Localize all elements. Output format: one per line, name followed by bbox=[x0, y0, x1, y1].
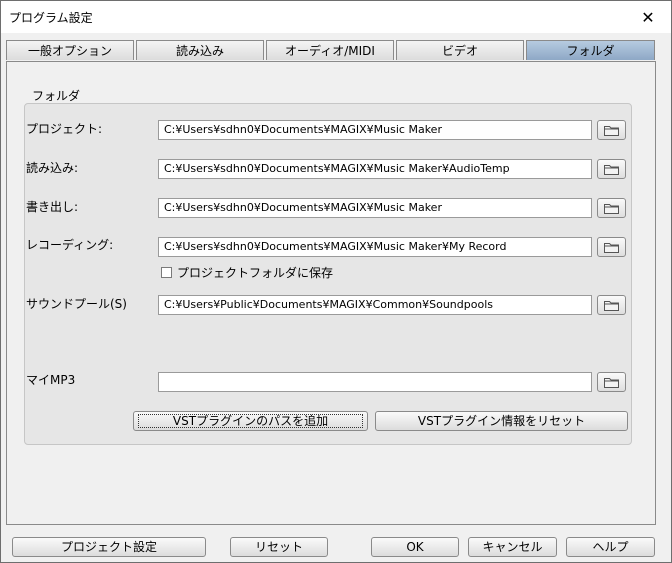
export-folder-label: 書き出し: bbox=[26, 200, 79, 214]
soundpool-folder-field[interactable]: C:¥Users¥Public¥Documents¥MAGIX¥Common¥S… bbox=[158, 295, 592, 315]
tab-bar: 一般オプション 読み込み オーディオ/MIDI ビデオ フォルダ bbox=[6, 40, 656, 62]
export-folder-field[interactable]: C:¥Users¥sdhn0¥Documents¥MAGIX¥Music Mak… bbox=[158, 198, 592, 218]
soundpool-folder-label: サウンドプール(S) bbox=[26, 297, 127, 311]
cancel-button[interactable]: キャンセル bbox=[468, 537, 557, 557]
ok-button[interactable]: OK bbox=[371, 537, 459, 557]
close-icon[interactable]: ✕ bbox=[625, 1, 671, 33]
folder-icon bbox=[604, 242, 619, 253]
soundpool-folder-browse-button[interactable] bbox=[597, 295, 626, 315]
import-folder-field[interactable]: C:¥Users¥sdhn0¥Documents¥MAGIX¥Music Mak… bbox=[158, 159, 592, 179]
tab-import[interactable]: 読み込み bbox=[136, 40, 264, 60]
mymp3-folder-field[interactable] bbox=[158, 372, 592, 392]
title-bar: プログラム設定 ✕ bbox=[1, 1, 671, 33]
import-folder-label: 読み込み: bbox=[26, 161, 79, 175]
tab-video[interactable]: ビデオ bbox=[396, 40, 524, 60]
folder-icon bbox=[604, 203, 619, 214]
project-folder-label: プロジェクト: bbox=[26, 122, 103, 136]
focus-ring bbox=[138, 414, 363, 428]
mymp3-folder-label: マイMP3 bbox=[26, 373, 76, 387]
help-button[interactable]: ヘルプ bbox=[566, 537, 655, 557]
tab-general-options[interactable]: 一般オプション bbox=[6, 40, 134, 60]
folders-group-label: フォルダ bbox=[32, 89, 81, 103]
recording-folder-label: レコーディング: bbox=[26, 238, 114, 252]
reset-button[interactable]: リセット bbox=[230, 537, 328, 557]
window-title: プログラム設定 bbox=[9, 11, 93, 25]
mymp3-folder-browse-button[interactable] bbox=[597, 372, 626, 392]
tab-audio-midi[interactable]: オーディオ/MIDI bbox=[266, 40, 394, 60]
import-folder-browse-button[interactable] bbox=[597, 159, 626, 179]
recording-folder-field[interactable]: C:¥Users¥sdhn0¥Documents¥MAGIX¥Music Mak… bbox=[158, 237, 592, 257]
project-folder-field[interactable]: C:¥Users¥sdhn0¥Documents¥MAGIX¥Music Mak… bbox=[158, 120, 592, 140]
reset-vst-info-button[interactable]: VSTプラグイン情報をリセット bbox=[375, 411, 628, 431]
folder-icon bbox=[604, 377, 619, 388]
tab-folders[interactable]: フォルダ bbox=[526, 40, 655, 60]
recording-folder-browse-button[interactable] bbox=[597, 237, 626, 257]
folder-icon bbox=[604, 164, 619, 175]
project-settings-button[interactable]: プロジェクト設定 bbox=[12, 537, 206, 557]
save-in-project-label[interactable]: プロジェクトフォルダに保存 bbox=[177, 264, 333, 281]
project-folder-browse-button[interactable] bbox=[597, 120, 626, 140]
folder-icon bbox=[604, 300, 619, 311]
export-folder-browse-button[interactable] bbox=[597, 198, 626, 218]
folder-icon bbox=[604, 125, 619, 136]
add-vst-path-button[interactable]: VSTプラグインのパスを追加 bbox=[133, 411, 368, 431]
save-in-project-checkbox[interactable] bbox=[161, 267, 172, 278]
